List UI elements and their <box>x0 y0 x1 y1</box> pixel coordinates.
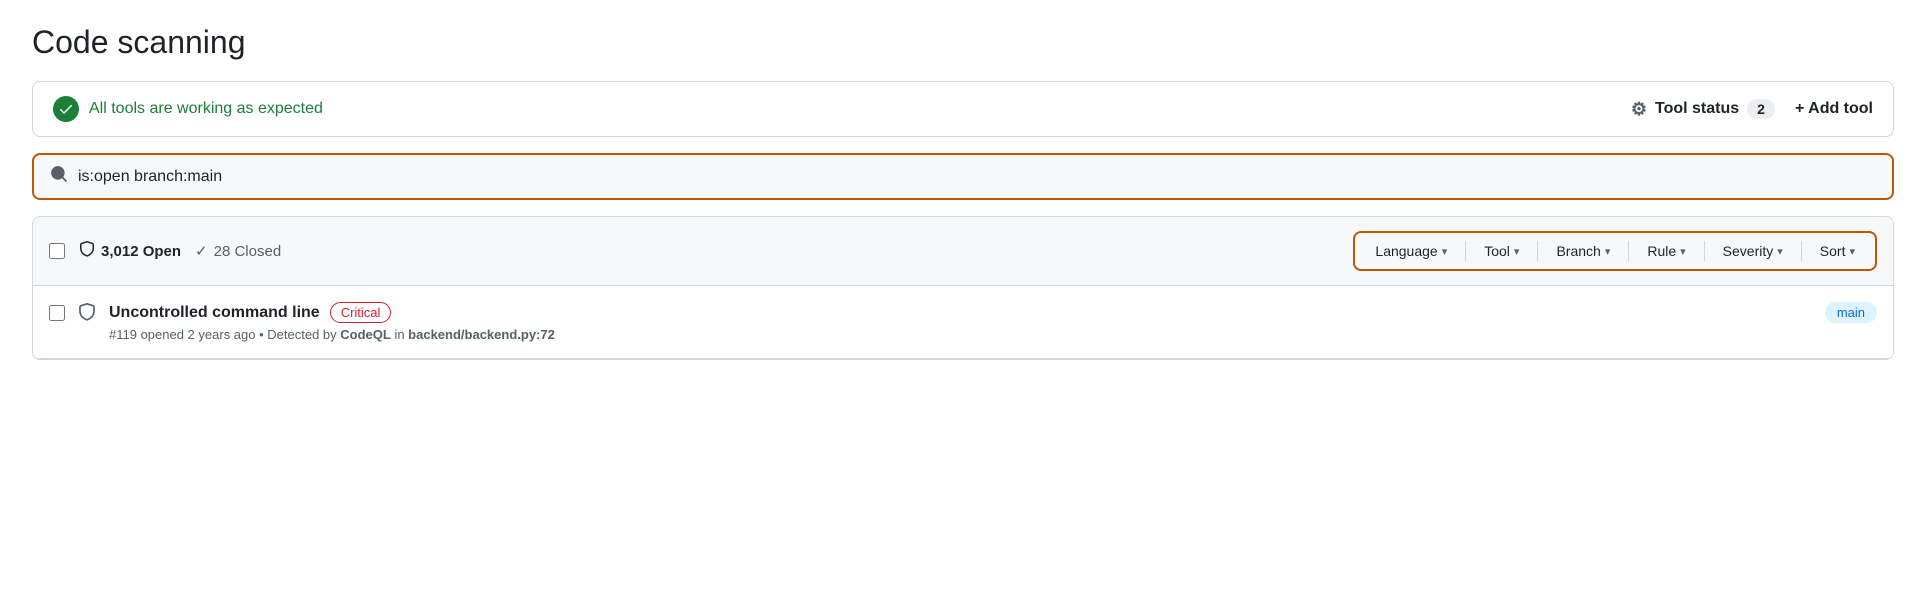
result-title[interactable]: Uncontrolled command line <box>109 304 320 322</box>
rule-filter-button[interactable]: Rule ▾ <box>1635 237 1697 265</box>
tool-status-button[interactable]: ⚙ Tool status 2 <box>1631 99 1775 120</box>
language-filter-button[interactable]: Language ▾ <box>1363 237 1459 265</box>
search-input[interactable] <box>78 168 1876 186</box>
results-panel: 3,012 Open ✓ 28 Closed Language ▾ Tool ▾… <box>32 216 1894 360</box>
tool-status-icon: ⚙ <box>1631 99 1647 120</box>
status-message: All tools are working as expected <box>89 100 323 118</box>
filter-divider-5 <box>1801 241 1802 261</box>
filter-divider-2 <box>1537 241 1538 261</box>
row-checkbox[interactable] <box>49 305 65 321</box>
result-title-row: Uncontrolled command line Critical <box>109 302 555 323</box>
sort-chevron-icon: ▾ <box>1849 245 1855 258</box>
shield-icon <box>79 241 95 262</box>
filters-group: Language ▾ Tool ▾ Branch ▾ Rule ▾ Severi… <box>1353 231 1877 271</box>
results-header: 3,012 Open ✓ 28 Closed Language ▾ Tool ▾… <box>33 217 1893 286</box>
severity-filter-button[interactable]: Severity ▾ <box>1711 237 1795 265</box>
filter-divider-1 <box>1465 241 1466 261</box>
closed-checkmark-icon: ✓ <box>195 242 208 260</box>
result-meta: #119 opened 2 years ago • Detected by Co… <box>109 327 555 342</box>
select-all-checkbox[interactable] <box>49 243 65 259</box>
sort-filter-button[interactable]: Sort ▾ <box>1808 237 1867 265</box>
branch-tag[interactable]: main <box>1825 302 1877 323</box>
row-shield-icon <box>77 302 97 322</box>
results-left: 3,012 Open ✓ 28 Closed <box>49 241 281 262</box>
table-row: Uncontrolled command line Critical #119 … <box>33 286 1893 359</box>
result-right: main <box>1825 302 1877 323</box>
tool-chevron-icon: ▾ <box>1514 245 1520 258</box>
page-title: Code scanning <box>32 24 1894 61</box>
result-content: Uncontrolled command line Critical #119 … <box>109 302 555 342</box>
result-codeql: CodeQL <box>340 327 391 342</box>
result-left: Uncontrolled command line Critical #119 … <box>49 302 555 342</box>
search-container <box>32 153 1894 200</box>
severity-chevron-icon: ▾ <box>1777 245 1783 258</box>
search-icon <box>50 165 68 188</box>
filter-divider-4 <box>1704 241 1705 261</box>
severity-badge: Critical <box>330 302 392 323</box>
search-box[interactable] <box>32 153 1894 200</box>
tool-count-badge: 2 <box>1747 99 1775 119</box>
status-right: ⚙ Tool status 2 + Add tool <box>1631 99 1873 120</box>
status-left: All tools are working as expected <box>53 96 323 122</box>
open-count[interactable]: 3,012 Open <box>79 241 181 262</box>
language-chevron-icon: ▾ <box>1442 245 1448 258</box>
result-filepath[interactable]: backend/backend.py:72 <box>408 327 555 342</box>
branch-filter-button[interactable]: Branch ▾ <box>1544 237 1622 265</box>
add-tool-button[interactable]: + Add tool <box>1795 100 1873 118</box>
result-number: #119 opened 2 years ago • Detected by <box>109 327 340 342</box>
tool-filter-button[interactable]: Tool ▾ <box>1472 237 1531 265</box>
filter-divider-3 <box>1628 241 1629 261</box>
tool-status-label: Tool status <box>1655 100 1739 118</box>
branch-chevron-icon: ▾ <box>1605 245 1611 258</box>
closed-count[interactable]: ✓ 28 Closed <box>195 242 281 260</box>
status-bar: All tools are working as expected ⚙ Tool… <box>32 81 1894 137</box>
result-in: in <box>391 327 408 342</box>
check-circle-icon <box>53 96 79 122</box>
checkmark-svg <box>58 101 74 117</box>
rule-chevron-icon: ▾ <box>1680 245 1686 258</box>
